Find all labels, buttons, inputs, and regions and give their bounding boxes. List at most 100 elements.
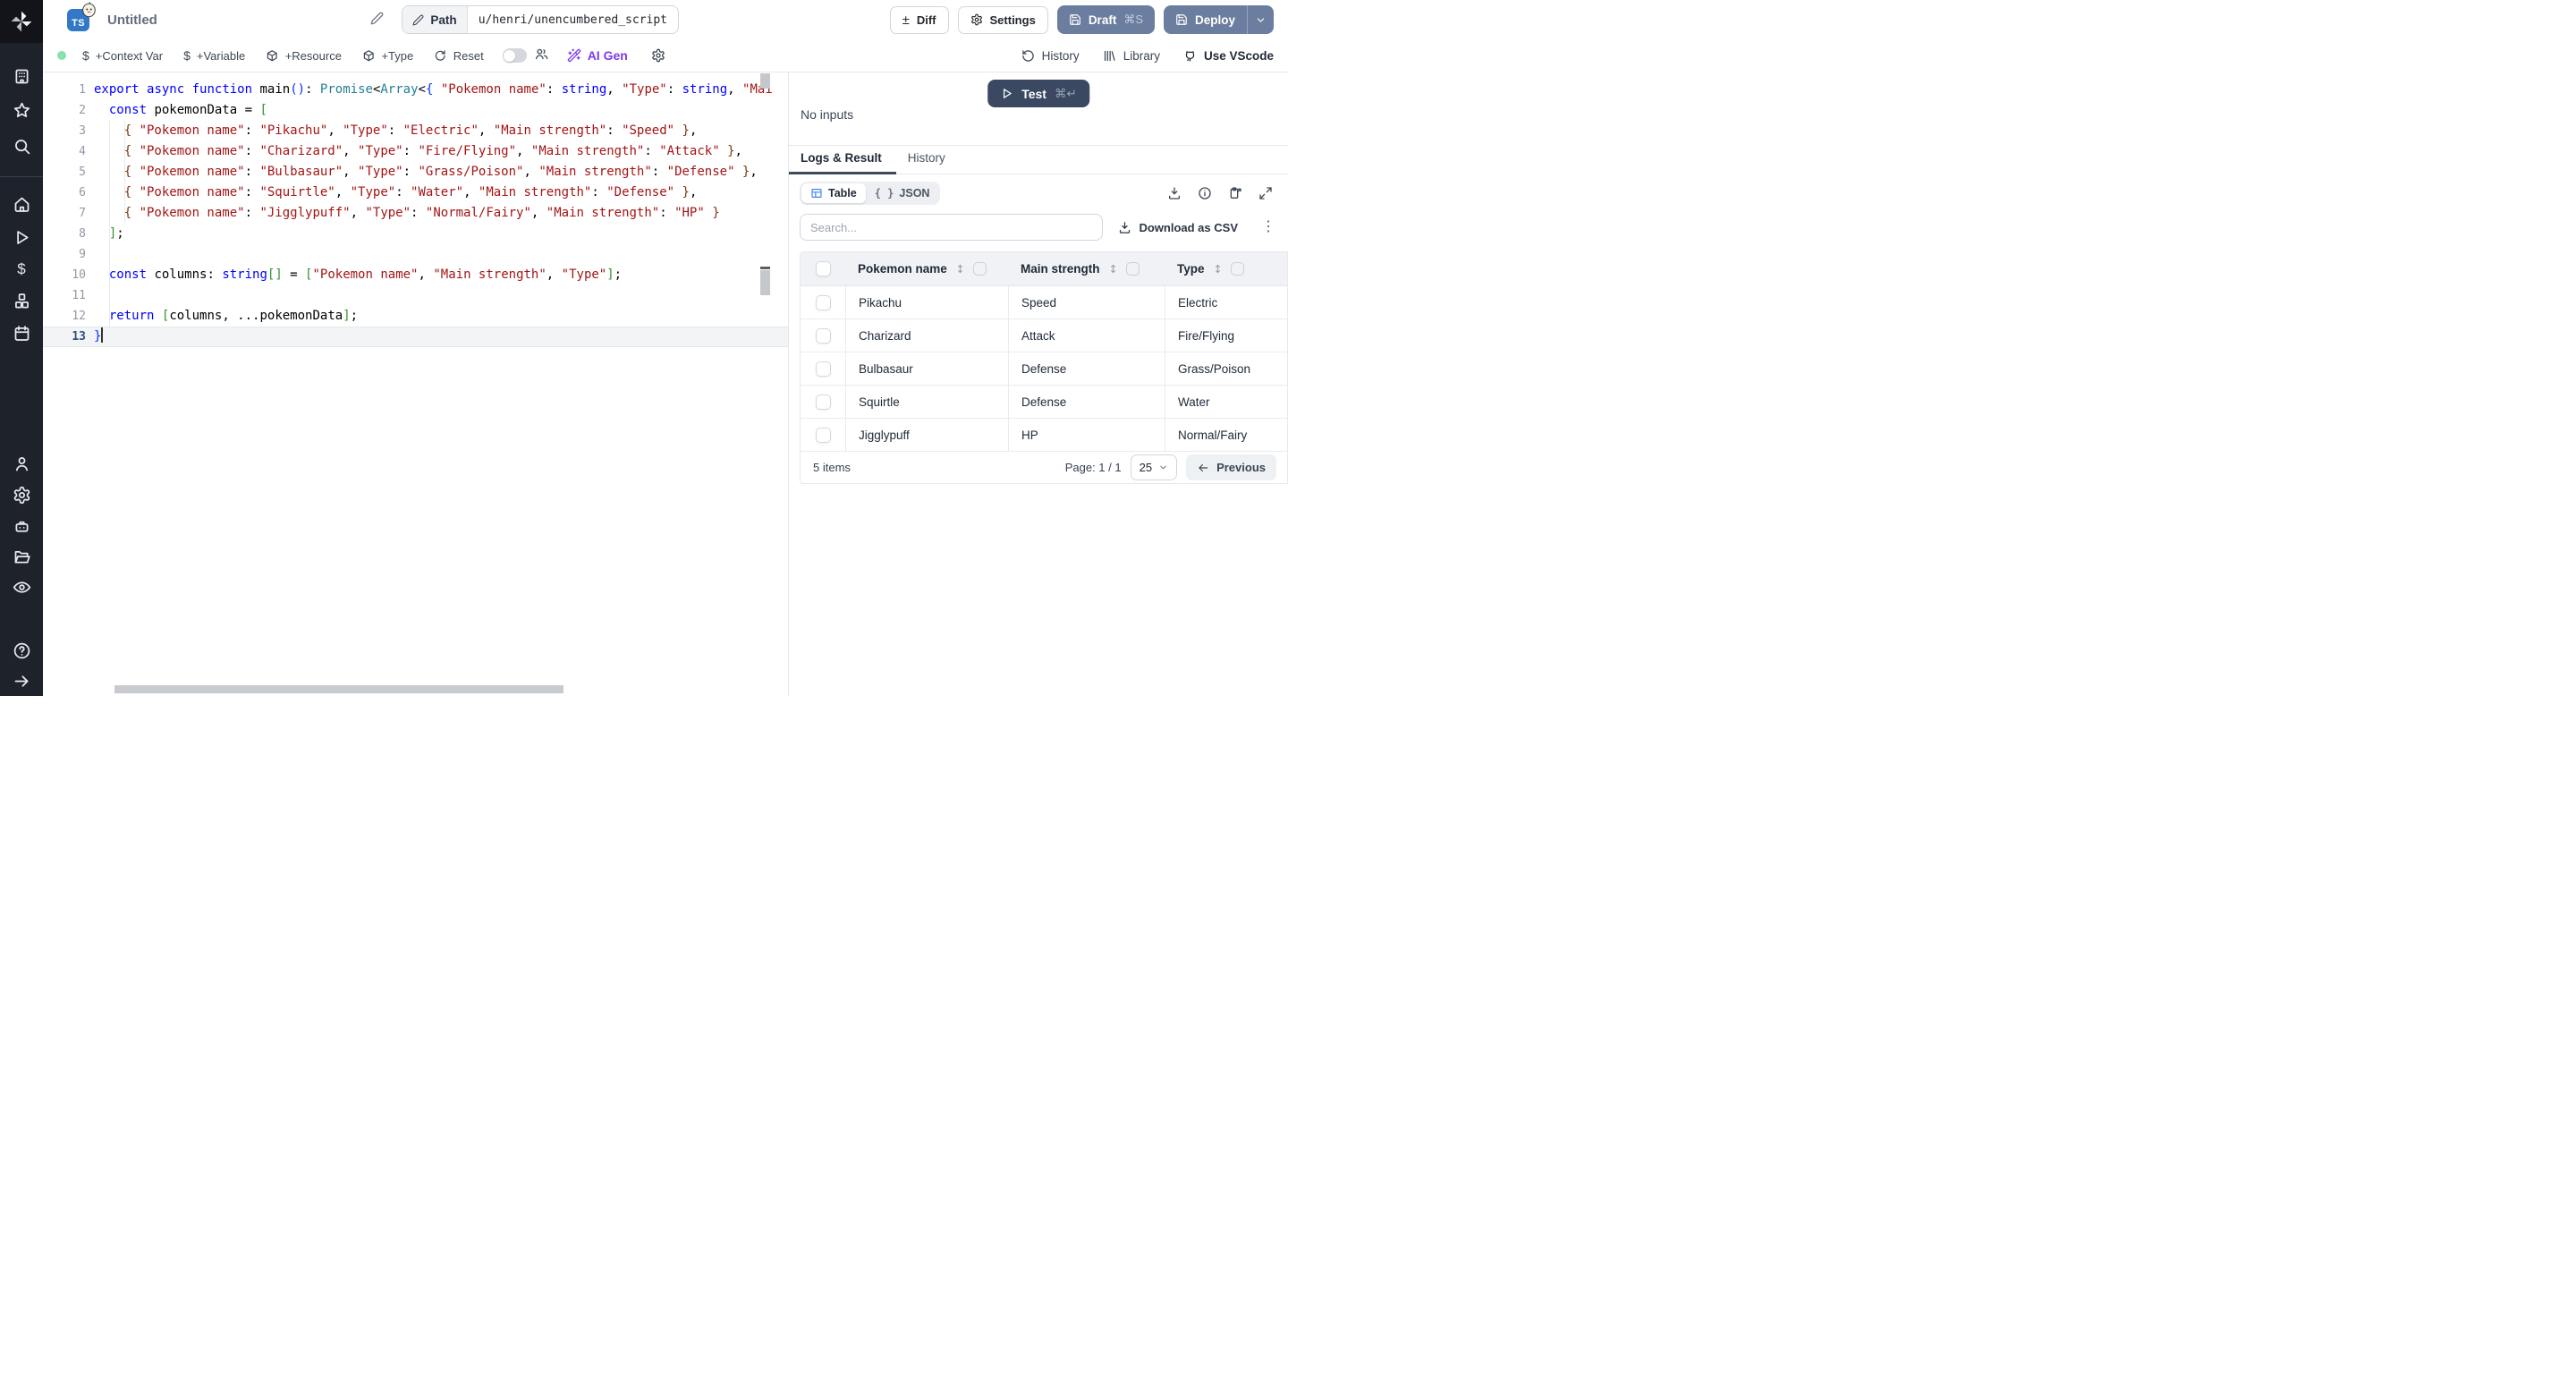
multiplayer-icon[interactable]: [534, 47, 549, 64]
tab-history[interactable]: History: [896, 146, 960, 174]
draft-button[interactable]: Draft ⌘S: [1056, 5, 1155, 34]
sort-icon[interactable]: [1212, 262, 1224, 276]
add-resource-button[interactable]: +Resource: [264, 46, 343, 66]
row-checkbox[interactable]: [815, 294, 831, 310]
search-input[interactable]: [800, 214, 1103, 241]
search-icon[interactable]: [0, 132, 43, 159]
info-icon[interactable]: [1197, 186, 1212, 201]
table-row[interactable]: Charizard Attack Fire/Flying: [801, 319, 1287, 352]
help-icon[interactable]: [0, 637, 43, 664]
row-checkbox[interactable]: [815, 394, 831, 410]
editor-settings-button[interactable]: [649, 45, 667, 66]
diff-button[interactable]: ± Diff: [889, 5, 949, 34]
home-icon[interactable]: [0, 191, 43, 217]
reset-button[interactable]: Reset: [432, 46, 485, 66]
code-line[interactable]: 8 ];: [43, 224, 788, 244]
code-line[interactable]: 9: [43, 244, 788, 265]
code-line[interactable]: 3 { "Pokemon name": "Pikachu", "Type": "…: [43, 121, 788, 141]
editor-overview-ruler-thumb[interactable]: [760, 270, 770, 295]
code-line[interactable]: 13}: [43, 327, 788, 347]
code-line[interactable]: 10 const columns: string[] = ["Pokemon n…: [43, 265, 788, 285]
history-button[interactable]: History: [1021, 49, 1080, 63]
ai-gen-button[interactable]: AI Gen: [565, 45, 630, 66]
table-menu-kebab-icon[interactable]: ⋮: [1261, 220, 1275, 234]
expand-result-icon[interactable]: [1258, 186, 1273, 201]
code-line[interactable]: 11: [43, 285, 788, 306]
view-json-chip[interactable]: { } JSON: [866, 183, 939, 203]
column-option-box[interactable]: [1125, 262, 1140, 276]
download-result-icon[interactable]: [1166, 186, 1182, 201]
column-option-box[interactable]: [972, 262, 987, 276]
download-csv-button[interactable]: Download as CSV: [1118, 221, 1238, 234]
collab-toggle[interactable]: [502, 48, 527, 63]
column-header[interactable]: Pokemon name: [845, 252, 1008, 285]
sort-icon[interactable]: [954, 262, 966, 276]
favorites-icon[interactable]: [0, 97, 43, 123]
status-dot: [57, 51, 66, 60]
table-row[interactable]: Bulbasaur Defense Grass/Poison: [801, 352, 1287, 386]
editor-vscrollbar-thumb[interactable]: [760, 73, 770, 89]
table-cell: Bulbasaur: [845, 352, 1008, 385]
select-all-checkbox[interactable]: [815, 261, 831, 276]
code-line[interactable]: 5 { "Pokemon name": "Bulbasaur", "Type":…: [43, 162, 788, 182]
code-line[interactable]: 4 { "Pokemon name": "Charizard", "Type":…: [43, 141, 788, 162]
line-number: 12: [72, 310, 86, 323]
table-row[interactable]: Pikachu Speed Electric: [801, 286, 1287, 319]
path-field[interactable]: Path u/henri/unencumbered_script: [402, 5, 680, 34]
column-header[interactable]: Type: [1165, 252, 1287, 285]
expand-sidebar-icon[interactable]: [0, 667, 43, 694]
line-number: 11: [72, 289, 86, 302]
column-option-box[interactable]: [1230, 262, 1244, 276]
settings-button[interactable]: Settings: [957, 5, 1048, 34]
code-line[interactable]: 2 const pokemonData = [: [43, 100, 788, 121]
table-row[interactable]: Jigglypuff HP Normal/Fairy: [801, 419, 1287, 452]
tab-logs-result[interactable]: Logs & Result: [789, 146, 896, 174]
previous-page-button[interactable]: Previous: [1186, 454, 1276, 480]
table-cell: Squirtle: [845, 386, 1008, 418]
resources-icon[interactable]: [0, 287, 43, 314]
no-inputs-label: No inputs: [801, 107, 854, 122]
code-line[interactable]: 6 { "Pokemon name": "Squirtle", "Type": …: [43, 182, 788, 203]
schedules-icon[interactable]: [0, 319, 43, 346]
use-vscode-button[interactable]: Use VScode: [1183, 49, 1274, 63]
folders-icon[interactable]: [0, 543, 43, 570]
settings-icon[interactable]: [0, 481, 43, 508]
row-checkbox[interactable]: [815, 327, 831, 344]
code-editor[interactable]: 1 export async function main(): Promise<A…: [43, 72, 788, 696]
library-button[interactable]: Library: [1103, 49, 1160, 63]
workers-icon[interactable]: [0, 513, 43, 539]
arrow-left-icon: [1197, 462, 1209, 474]
view-table-chip[interactable]: Table: [801, 183, 866, 203]
code-line[interactable]: 7 { "Pokemon name": "Jigglypuff", "Type"…: [43, 203, 788, 224]
add-context-var-button[interactable]: $ +Context Var: [80, 46, 165, 66]
deploy-button[interactable]: Deploy: [1164, 5, 1248, 34]
windmill-logo[interactable]: [0, 0, 43, 43]
sort-icon[interactable]: [1107, 262, 1119, 276]
path-value[interactable]: u/henri/unencumbered_script: [468, 6, 678, 33]
code-line[interactable]: 1 export async function main(): Promise<A…: [43, 80, 788, 100]
users-icon[interactable]: [0, 450, 43, 477]
add-type-button[interactable]: +Type: [360, 46, 415, 66]
code-line[interactable]: 12 return [columns, ...pokemonData];: [43, 306, 788, 327]
row-checkbox[interactable]: [815, 361, 831, 377]
line-number: 4: [79, 145, 86, 158]
audit-logs-icon[interactable]: [0, 573, 43, 600]
edit-summary-pencil-icon[interactable]: [368, 11, 386, 29]
test-button[interactable]: Test ⌘↵: [987, 80, 1089, 107]
chevron-down-icon: [1158, 463, 1168, 472]
runs-icon[interactable]: [0, 224, 43, 250]
copy-result-icon[interactable]: [1227, 186, 1242, 201]
line-number: 7: [79, 207, 86, 220]
add-variable-button[interactable]: $ +Variable: [182, 46, 247, 66]
deploy-dropdown-button[interactable]: [1247, 5, 1275, 34]
table-cell: Pikachu: [845, 286, 1008, 318]
page-size-select[interactable]: 25: [1130, 454, 1178, 480]
line-number: 10: [72, 268, 86, 282]
variables-icon[interactable]: $: [0, 255, 43, 282]
table-row[interactable]: Squirtle Defense Water: [801, 386, 1287, 419]
editor-hscrollbar-thumb[interactable]: [114, 685, 564, 693]
workspace-icon[interactable]: [0, 63, 43, 89]
refresh-icon: [434, 49, 447, 63]
row-checkbox[interactable]: [815, 427, 831, 443]
column-header[interactable]: Main strength: [1008, 252, 1165, 285]
